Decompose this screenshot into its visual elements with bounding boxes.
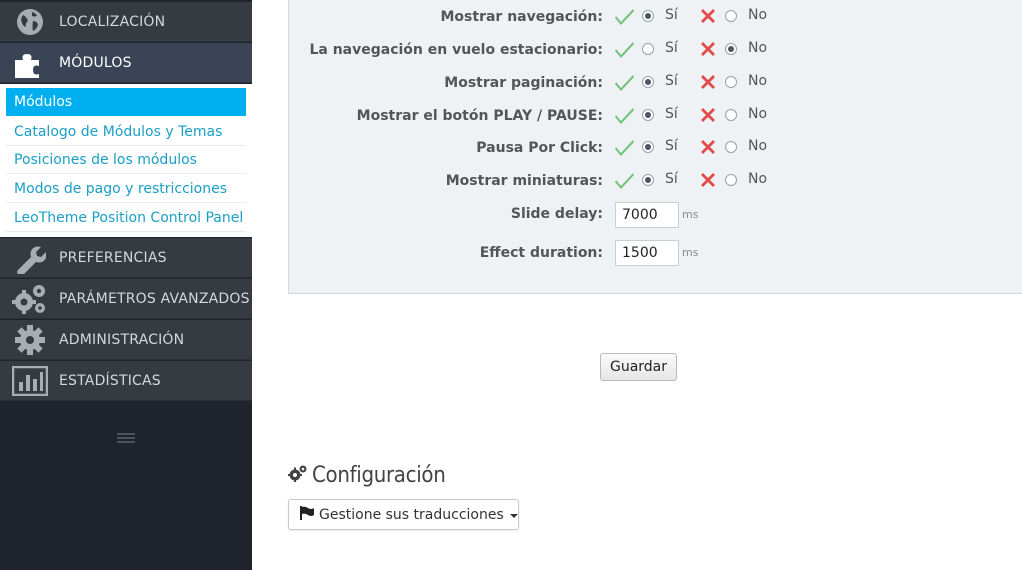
check-icon xyxy=(615,40,635,58)
config-title: Configuración xyxy=(312,462,446,488)
nav-item-modulos[interactable]: MÓDULOS xyxy=(0,43,252,83)
row-0-yes-radio[interactable] xyxy=(642,10,654,22)
caret-down-icon xyxy=(509,513,518,518)
cross-icon xyxy=(699,106,717,124)
nav-item-parametros-avanzados[interactable]: PARÁMETROS AVANZADOS xyxy=(0,279,252,319)
nav-label: ESTADÍSTICAS xyxy=(59,373,161,389)
yes-label: Sí xyxy=(665,40,678,56)
no-label: No xyxy=(748,138,768,154)
flag-icon xyxy=(299,505,315,525)
wrench-icon xyxy=(12,242,48,274)
check-icon xyxy=(615,171,635,189)
row-4-label: Pausa Por Click: xyxy=(476,140,603,156)
slide-delay-unit: ms xyxy=(682,208,699,221)
effect-duration-label: Effect duration: xyxy=(479,245,603,261)
translations-dropdown-button[interactable]: Gestione sus traducciones xyxy=(288,499,519,530)
nav-label: PARÁMETROS AVANZADOS xyxy=(59,291,250,307)
sidebar: LOCALIZACIÓN MÓDULOS Módulos Catalogo de… xyxy=(0,0,252,570)
cross-icon xyxy=(699,171,717,189)
check-icon xyxy=(615,138,635,156)
translations-label: Gestione sus traducciones xyxy=(319,506,504,523)
row-5-no-radio[interactable] xyxy=(725,174,737,186)
cross-icon xyxy=(699,7,717,25)
cross-icon xyxy=(699,73,717,91)
check-icon xyxy=(615,106,635,124)
gear-icon xyxy=(12,324,48,356)
submenu-modulos: Módulos Catalogo de Módulos y Temas Posi… xyxy=(0,84,252,237)
puzzle-icon xyxy=(12,47,48,79)
slide-delay-label: Slide delay: xyxy=(510,206,603,222)
yes-label: Sí xyxy=(665,171,678,187)
yes-label: Sí xyxy=(665,73,678,89)
cross-icon xyxy=(699,138,717,156)
check-icon xyxy=(615,7,635,25)
submenu-item-leotheme[interactable]: LeoTheme Position Control Panel xyxy=(6,204,246,232)
save-button[interactable]: Guardar xyxy=(600,353,677,381)
no-label: No xyxy=(748,7,768,23)
nav-label: MÓDULOS xyxy=(59,55,132,71)
check-icon xyxy=(615,73,635,91)
nav-label: ADMINISTRACIÓN xyxy=(59,332,185,348)
effect-duration-input[interactable]: 1500 xyxy=(615,240,679,266)
config-heading: Configuración xyxy=(288,460,446,490)
yes-label: Sí xyxy=(665,106,678,122)
row-5-yes-radio[interactable] xyxy=(642,174,654,186)
row-2-label: Mostrar paginación: xyxy=(444,75,603,91)
row-5-label: Mostrar miniaturas: xyxy=(445,173,603,189)
nav-item-administracion[interactable]: ADMINISTRACIÓN xyxy=(0,320,252,360)
row-2-yes-radio[interactable] xyxy=(642,76,654,88)
globe-icon xyxy=(12,6,48,38)
submenu-item-posiciones[interactable]: Posiciones de los módulos xyxy=(6,146,246,174)
nav-label: PREFERENCIAS xyxy=(59,250,167,266)
nav-item-estadisticas[interactable]: ESTADÍSTICAS xyxy=(0,361,252,401)
row-3-yes-radio[interactable] xyxy=(642,109,654,121)
nav-item-localizacion[interactable]: LOCALIZACIÓN xyxy=(0,2,252,42)
submenu-item-catalogo[interactable]: Catalogo de Módulos y Temas xyxy=(6,118,246,146)
row-3-no-radio[interactable] xyxy=(725,109,737,121)
row-0-no-radio[interactable] xyxy=(725,10,737,22)
nav-item-preferencias[interactable]: PREFERENCIAS xyxy=(0,238,252,278)
row-1-no-radio[interactable] xyxy=(725,43,737,55)
submenu-item-modos-pago[interactable]: Modos de pago y restricciones xyxy=(6,175,246,203)
yes-label: Sí xyxy=(665,7,678,23)
yes-label: Sí xyxy=(665,138,678,154)
no-label: No xyxy=(748,40,768,56)
slide-delay-input[interactable]: 7000 xyxy=(615,202,679,228)
nav-label: LOCALIZACIÓN xyxy=(59,14,166,30)
row-1-label: La navegación en vuelo estacionario: xyxy=(309,42,603,58)
row-1-yes-radio[interactable] xyxy=(642,43,654,55)
no-label: No xyxy=(748,106,768,122)
no-label: No xyxy=(748,171,768,187)
row-0-label: Mostrar navegación: xyxy=(440,9,604,25)
row-3-label: Mostrar el botón PLAY / PAUSE: xyxy=(356,108,603,124)
row-4-no-radio[interactable] xyxy=(725,141,737,153)
no-label: No xyxy=(748,73,768,89)
bar-chart-icon xyxy=(12,365,48,397)
row-2-no-radio[interactable] xyxy=(725,76,737,88)
row-4-yes-radio[interactable] xyxy=(642,141,654,153)
gears-icon xyxy=(12,283,48,315)
menu-collapse-icon[interactable] xyxy=(117,433,135,447)
submenu-item-modulos[interactable]: Módulos xyxy=(6,88,246,116)
cross-icon xyxy=(699,40,717,58)
cogs-icon xyxy=(288,464,308,486)
effect-duration-unit: ms xyxy=(682,246,699,259)
